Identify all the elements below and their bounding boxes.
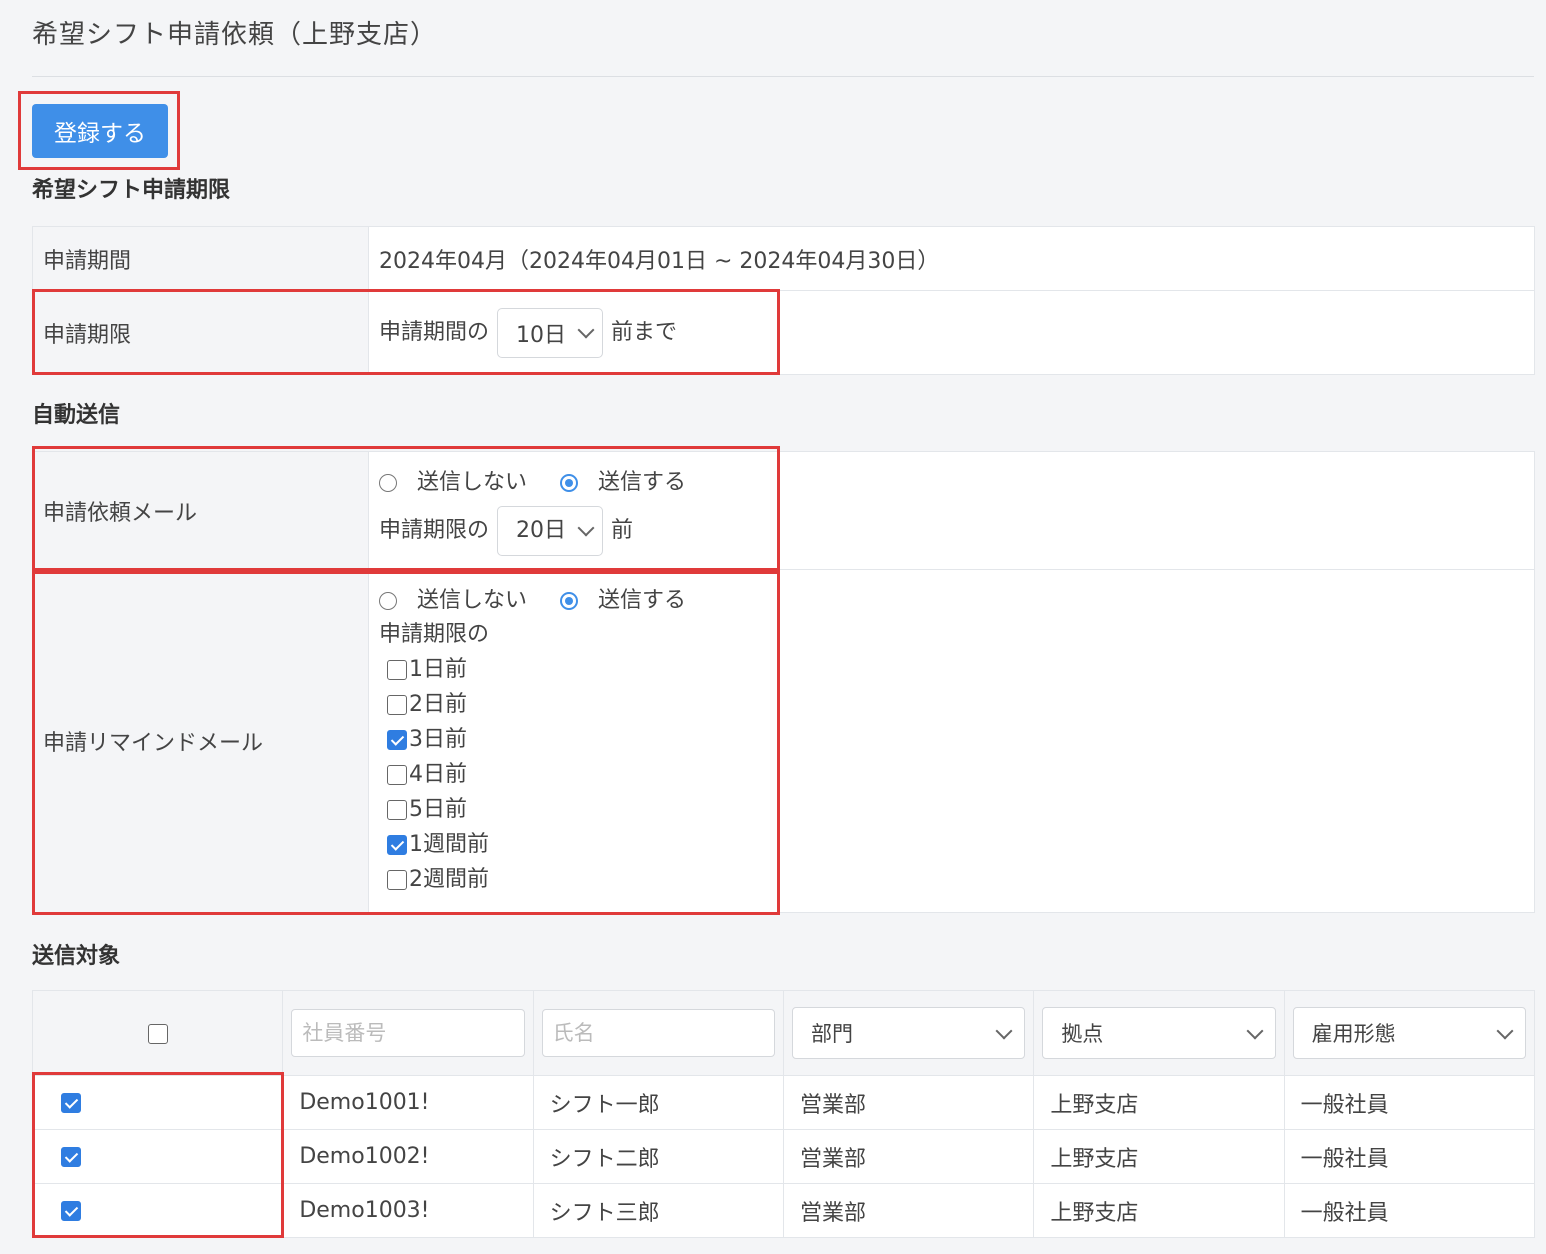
remind-mail-value: 送信しない 送信する 申請期限の 1日前 2日前 3日前 4日前 5日前 1週間… xyxy=(368,569,1535,913)
remind-option-checkbox[interactable] xyxy=(387,730,407,750)
request-no-send-radio[interactable] xyxy=(379,473,397,492)
employee-no-cell: Demo1002! xyxy=(282,1129,534,1184)
select-all-cell xyxy=(31,990,284,1076)
divider xyxy=(32,76,1534,77)
remind-no-send-radio[interactable] xyxy=(379,592,397,610)
remind-mail-label: 申請リマインドメール xyxy=(32,569,369,913)
table-row: Demo1003! シフト三郎 営業部 上野支店 一般社員 xyxy=(31,1183,1536,1238)
register-button[interactable]: 登録する xyxy=(32,104,168,158)
remind-option-label: 4日前 xyxy=(409,762,467,787)
location-cell: 上野支店 xyxy=(1033,1075,1285,1130)
remind-option-label: 1週間前 xyxy=(409,832,489,857)
name-cell: シフト三郎 xyxy=(532,1183,784,1238)
filter-row: 社員番号 氏名 部門 拠点 雇用形態 xyxy=(31,990,1536,1076)
table-row: Demo1001! シフト一郎 営業部 上野支店 一般社員 xyxy=(31,1075,1536,1130)
chevron-down-icon xyxy=(1496,1022,1514,1039)
section-heading-deadline: 希望シフト申請期限 xyxy=(32,178,231,203)
request-mail-label: 申請依頼メール xyxy=(32,451,369,570)
section-heading-auto-send: 自動送信 xyxy=(32,403,121,428)
auto-send-table: 申請依頼メール 送信しない 送信する 申請期限の 20日前 申請リマインドメール … xyxy=(32,451,1535,913)
name-cell: シフト二郎 xyxy=(532,1129,784,1184)
deadline-days-select[interactable]: 10日 xyxy=(497,307,604,358)
deadline-suffix: 前まで xyxy=(611,319,678,345)
remind-option-checkbox[interactable] xyxy=(387,800,407,820)
remind-option-checkbox[interactable] xyxy=(387,835,407,855)
employment-type-filter-label: 雇用形態 xyxy=(1311,1022,1396,1046)
remind-option[interactable]: 2日前 xyxy=(379,687,1533,722)
employee-no-cell: Demo1001! xyxy=(282,1075,534,1130)
request-suffix: 前 xyxy=(611,517,634,543)
table-row: Demo1002! シフト二郎 営業部 上野支店 一般社員 xyxy=(31,1129,1536,1184)
row-checkbox[interactable] xyxy=(61,1093,81,1113)
location-filter-label: 拠点 xyxy=(1061,1022,1104,1046)
remind-option-label: 3日前 xyxy=(409,727,467,752)
remind-option-checkbox[interactable] xyxy=(387,695,407,715)
deadline-table: 申請期間 2024年04月（2024年04月01日 ~ 2024年04月30日）… xyxy=(32,226,1535,375)
request-days-select[interactable]: 20日 xyxy=(497,505,604,556)
employee-no-cell: Demo1003! xyxy=(282,1183,534,1238)
employee-no-filter[interactable]: 社員番号 xyxy=(291,1009,525,1057)
remind-prefix: 申請期限の xyxy=(379,622,490,647)
row-checkbox[interactable] xyxy=(61,1201,81,1221)
name-cell: シフト一郎 xyxy=(532,1075,784,1130)
remind-option-label: 2週間前 xyxy=(409,867,489,892)
chevron-down-icon xyxy=(995,1022,1013,1039)
remind-option-checkbox[interactable] xyxy=(387,660,407,680)
period-value: 2024年04月（2024年04月01日 ~ 2024年04月30日） xyxy=(368,226,1535,291)
employment-type-cell: 一般社員 xyxy=(1283,1183,1536,1238)
chevron-down-icon xyxy=(1246,1022,1264,1039)
employment-type-cell: 一般社員 xyxy=(1283,1075,1536,1130)
department-filter-label: 部門 xyxy=(810,1022,853,1046)
request-no-send-label: 送信しない xyxy=(417,469,528,495)
remind-option-checkbox[interactable] xyxy=(387,765,407,785)
remind-option-label: 1日前 xyxy=(409,657,467,682)
department-filter[interactable]: 部門 xyxy=(791,1007,1026,1059)
name-filter[interactable]: 氏名 xyxy=(541,1009,775,1057)
employment-type-cell: 一般社員 xyxy=(1283,1129,1536,1184)
remind-option-checkbox[interactable] xyxy=(387,870,407,890)
request-send-radio[interactable] xyxy=(560,473,579,492)
department-cell: 営業部 xyxy=(782,1183,1035,1238)
remind-option[interactable]: 1週間前 xyxy=(379,827,1533,862)
remind-option[interactable]: 5日前 xyxy=(379,792,1533,827)
location-cell: 上野支店 xyxy=(1033,1183,1285,1238)
deadline-days-value: 10日 xyxy=(516,322,567,348)
request-mail-value: 送信しない 送信する 申請期限の 20日 前 xyxy=(368,451,1535,570)
remind-send-radio[interactable] xyxy=(560,592,579,610)
row-checkbox[interactable] xyxy=(61,1147,81,1167)
remind-option[interactable]: 2週間前 xyxy=(379,862,1533,897)
remind-option-label: 2日前 xyxy=(409,692,467,717)
employment-type-filter[interactable]: 雇用形態 xyxy=(1292,1007,1526,1059)
request-send-label: 送信する xyxy=(598,469,687,495)
remind-option[interactable]: 1日前 xyxy=(379,652,1533,687)
period-label: 申請期間 xyxy=(32,226,369,291)
targets-table: 社員番号 氏名 部門 拠点 雇用形態 Demo1001! シフト一郎 営業部 上… xyxy=(31,990,1536,1238)
remind-no-send-label: 送信しない xyxy=(417,588,528,613)
deadline-label: 申請期限 xyxy=(32,290,369,375)
department-cell: 営業部 xyxy=(782,1129,1035,1184)
location-cell: 上野支店 xyxy=(1033,1129,1285,1184)
remind-option[interactable]: 4日前 xyxy=(379,757,1533,792)
remind-option[interactable]: 3日前 xyxy=(379,722,1533,757)
location-filter[interactable]: 拠点 xyxy=(1042,1007,1276,1059)
section-heading-targets: 送信対象 xyxy=(32,944,121,969)
remind-send-label: 送信する xyxy=(598,588,687,613)
department-cell: 営業部 xyxy=(782,1075,1035,1130)
deadline-value: 申請期間の 10日 前まで xyxy=(368,290,1535,375)
page-title: 希望シフト申請依頼（上野支店） xyxy=(32,20,438,50)
chevron-down-icon xyxy=(577,519,595,537)
request-prefix: 申請期限の xyxy=(379,517,490,543)
deadline-prefix: 申請期間の xyxy=(379,319,490,345)
request-days-value: 20日 xyxy=(516,517,567,543)
select-all-checkbox[interactable] xyxy=(147,1023,168,1044)
remind-option-label: 5日前 xyxy=(409,797,467,822)
chevron-down-icon xyxy=(577,321,595,339)
